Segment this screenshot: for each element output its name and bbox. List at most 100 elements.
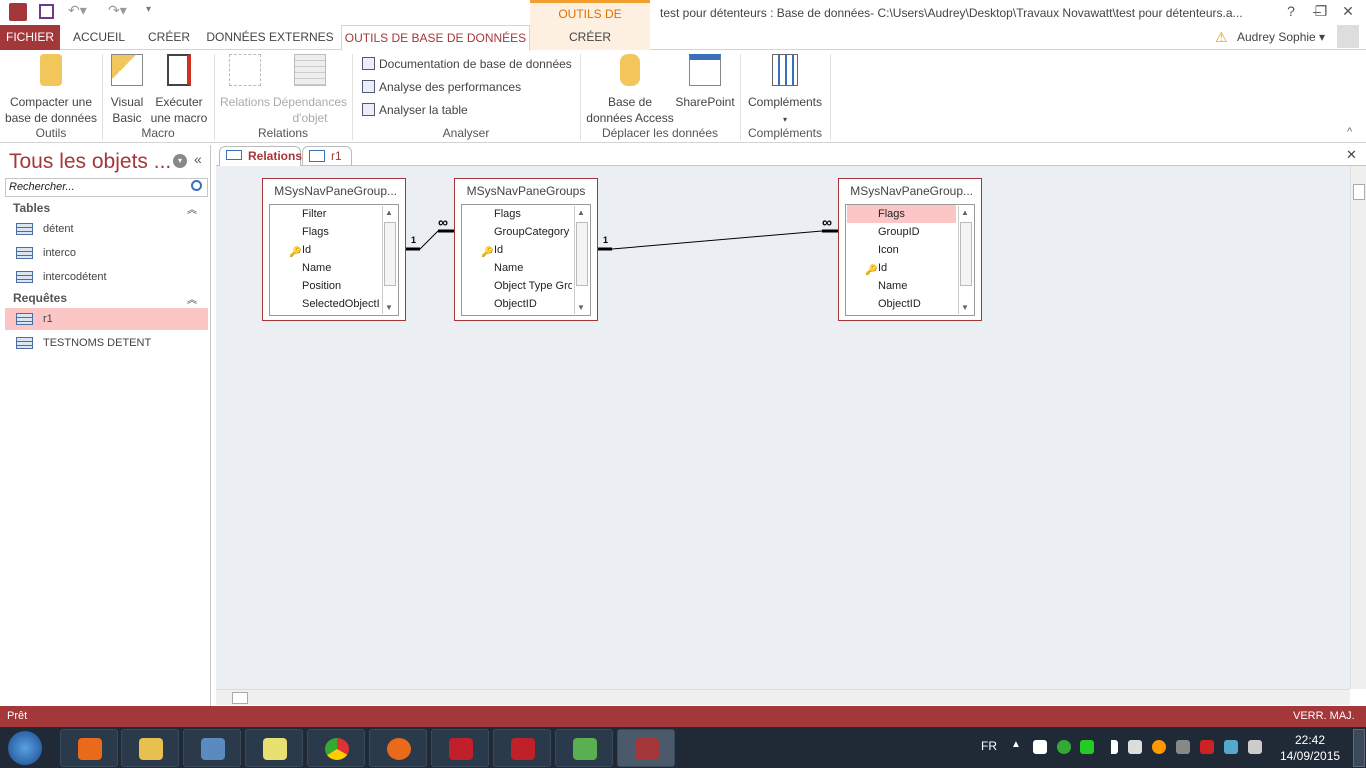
table-title[interactable]: MSysNavPaneGroups (455, 184, 597, 198)
field-row[interactable]: ObjectID (847, 295, 956, 313)
run-macro-button[interactable]: Exécuter une macro (148, 50, 210, 126)
analyze-table-button[interactable]: Analyser la table (362, 103, 468, 117)
field-row[interactable]: Flags (463, 205, 572, 223)
horizontal-scrollbar[interactable] (216, 689, 1350, 705)
relationship-line[interactable] (597, 229, 838, 251)
taskbar-acrobat[interactable] (493, 729, 551, 767)
field-list-scrollbar[interactable]: ▲ ▼ (574, 206, 589, 314)
table-window[interactable]: MSysNavPaneGroup... Filter Flags 🔑 Id Nam… (262, 178, 406, 321)
taskbar-firefox[interactable] (369, 729, 427, 767)
scroll-thumb[interactable] (1353, 184, 1365, 200)
tab-creer[interactable]: CRÉER (140, 25, 198, 50)
taskbar-explorer[interactable] (121, 729, 179, 767)
field-row-selected[interactable]: Flags (847, 205, 956, 223)
table-window[interactable]: MSysNavPaneGroup... Flags GroupID Icon 🔑… (838, 178, 982, 321)
analyze-performance-button[interactable]: Analyse des performances (362, 80, 521, 94)
field-row[interactable]: Flags (271, 223, 380, 241)
restore-button[interactable]: ❐ (1310, 3, 1332, 21)
scroll-down-icon[interactable]: ▼ (385, 303, 393, 312)
field-list-scrollbar[interactable]: ▲ ▼ (958, 206, 973, 314)
vertical-scrollbar[interactable] (1350, 166, 1366, 689)
relationships-canvas[interactable]: 1 ∞ 1 ∞ MSysNavPaneGroup... Filter Flags… (216, 166, 1350, 689)
field-row[interactable]: GroupID (847, 223, 956, 241)
visual-basic-button[interactable]: Visual Basic (106, 50, 148, 126)
close-document-button[interactable]: ✕ (1346, 147, 1357, 163)
tab-fichier[interactable]: FICHIER (0, 25, 60, 50)
collapse-ribbon-icon[interactable]: ^ (1347, 126, 1352, 138)
tab-accueil[interactable]: ACCUEIL (64, 25, 134, 50)
customize-qat-icon[interactable]: ▾ (146, 4, 151, 15)
sync-icon[interactable] (1080, 740, 1094, 754)
collapse-queries-icon[interactable]: ︽ (187, 291, 197, 306)
doc-tab-relations[interactable]: Relations (219, 146, 302, 166)
save-icon[interactable] (39, 4, 54, 19)
relations-button[interactable]: Relations (218, 50, 272, 110)
taskbar-sticky-notes[interactable] (245, 729, 303, 767)
nav-query-item[interactable]: r1 (5, 308, 208, 330)
scroll-down-icon[interactable]: ▼ (577, 303, 585, 312)
field-row[interactable]: Name (847, 277, 956, 295)
device-icon[interactable] (1176, 740, 1190, 754)
field-row[interactable]: Icon (847, 241, 956, 259)
nav-pane-title[interactable]: Tous les objets ... (9, 150, 171, 174)
addins-button[interactable]: Compléments ▾ (744, 50, 826, 128)
field-row[interactable]: Position (271, 277, 380, 295)
field-row[interactable]: SelectedObjectI (271, 295, 380, 313)
field-row[interactable]: GroupCategory (463, 223, 572, 241)
scroll-up-icon[interactable]: ▲ (577, 208, 585, 217)
field-row[interactable]: 🔑 Id (847, 259, 956, 277)
clock[interactable]: 22:42 14/09/2015 (1280, 732, 1340, 764)
nav-menu-dropdown-icon[interactable]: ▾ (173, 154, 187, 168)
nav-table-item[interactable]: interco (5, 242, 208, 264)
chrome-tray-icon[interactable] (1057, 740, 1071, 754)
section-queries[interactable]: Requêtes (13, 291, 67, 305)
search-input[interactable]: Rechercher... (5, 178, 208, 197)
show-desktop-button[interactable] (1353, 729, 1365, 767)
database-documenter-button[interactable]: Documentation de base de données (362, 57, 572, 71)
scroll-thumb[interactable] (232, 692, 248, 704)
notification-icon[interactable] (1128, 740, 1142, 754)
field-list-scrollbar[interactable]: ▲ ▼ (382, 206, 397, 314)
field-row[interactable]: ObjectID (463, 295, 572, 313)
help-button[interactable]: ? (1280, 3, 1302, 21)
cloud-warning-icon[interactable] (1224, 740, 1238, 754)
object-dependencies-button[interactable]: Dépendances d'objet (272, 50, 348, 126)
redo-icon[interactable]: ↷▾ (108, 2, 127, 19)
language-indicator[interactable]: FR (981, 739, 997, 753)
table-window[interactable]: MSysNavPaneGroups Flags GroupCategory 🔑 I… (454, 178, 598, 321)
field-row[interactable]: Name (271, 259, 380, 277)
tab-donnees-externes[interactable]: DONNÉES EXTERNES (205, 25, 335, 50)
field-row[interactable]: Name (463, 259, 572, 277)
compact-button[interactable]: Compacter une base de données (4, 50, 98, 126)
avatar[interactable] (1337, 25, 1359, 48)
scroll-up-icon[interactable]: ▲ (385, 208, 393, 217)
field-row[interactable]: 🔑 Id (271, 241, 380, 259)
doc-tab-r1[interactable]: r1 (302, 146, 352, 166)
show-hidden-icons[interactable]: ▲ (1011, 739, 1021, 750)
collapse-tables-icon[interactable]: ︽ (187, 201, 197, 216)
network-signal-icon[interactable] (1104, 740, 1118, 754)
taskbar-photos[interactable] (183, 729, 241, 767)
taskbar-media-player[interactable] (60, 729, 118, 767)
taskbar-access[interactable] (617, 729, 675, 767)
nav-table-item[interactable]: intercodétent (5, 266, 208, 288)
sharepoint-button[interactable]: SharePoint (674, 50, 736, 110)
field-row[interactable]: Object Type Gro (463, 277, 572, 295)
tab-creer-relation[interactable]: CRÉER (530, 25, 650, 50)
taskbar-mcafee[interactable] (431, 729, 489, 767)
collapse-nav-icon[interactable]: « (194, 151, 202, 167)
field-row[interactable]: 🔑 Id (463, 241, 572, 259)
close-button[interactable]: ✕ (1337, 3, 1359, 21)
user-name[interactable]: Audrey Sophie ▾ (1237, 30, 1325, 44)
undo-icon[interactable]: ↶▾ (68, 2, 87, 19)
section-tables[interactable]: Tables (13, 201, 50, 215)
taskbar-chrome[interactable] (307, 729, 365, 767)
taskbar-messenger[interactable] (555, 729, 613, 767)
table-title[interactable]: MSysNavPaneGroup... (263, 184, 405, 198)
table-title[interactable]: MSysNavPaneGroup... (839, 184, 981, 198)
windows-icon[interactable] (1033, 740, 1047, 754)
nav-table-item[interactable]: détent (5, 218, 208, 240)
search-icon[interactable] (191, 180, 202, 191)
start-button[interactable] (8, 731, 42, 765)
field-row[interactable]: Filter (271, 205, 380, 223)
